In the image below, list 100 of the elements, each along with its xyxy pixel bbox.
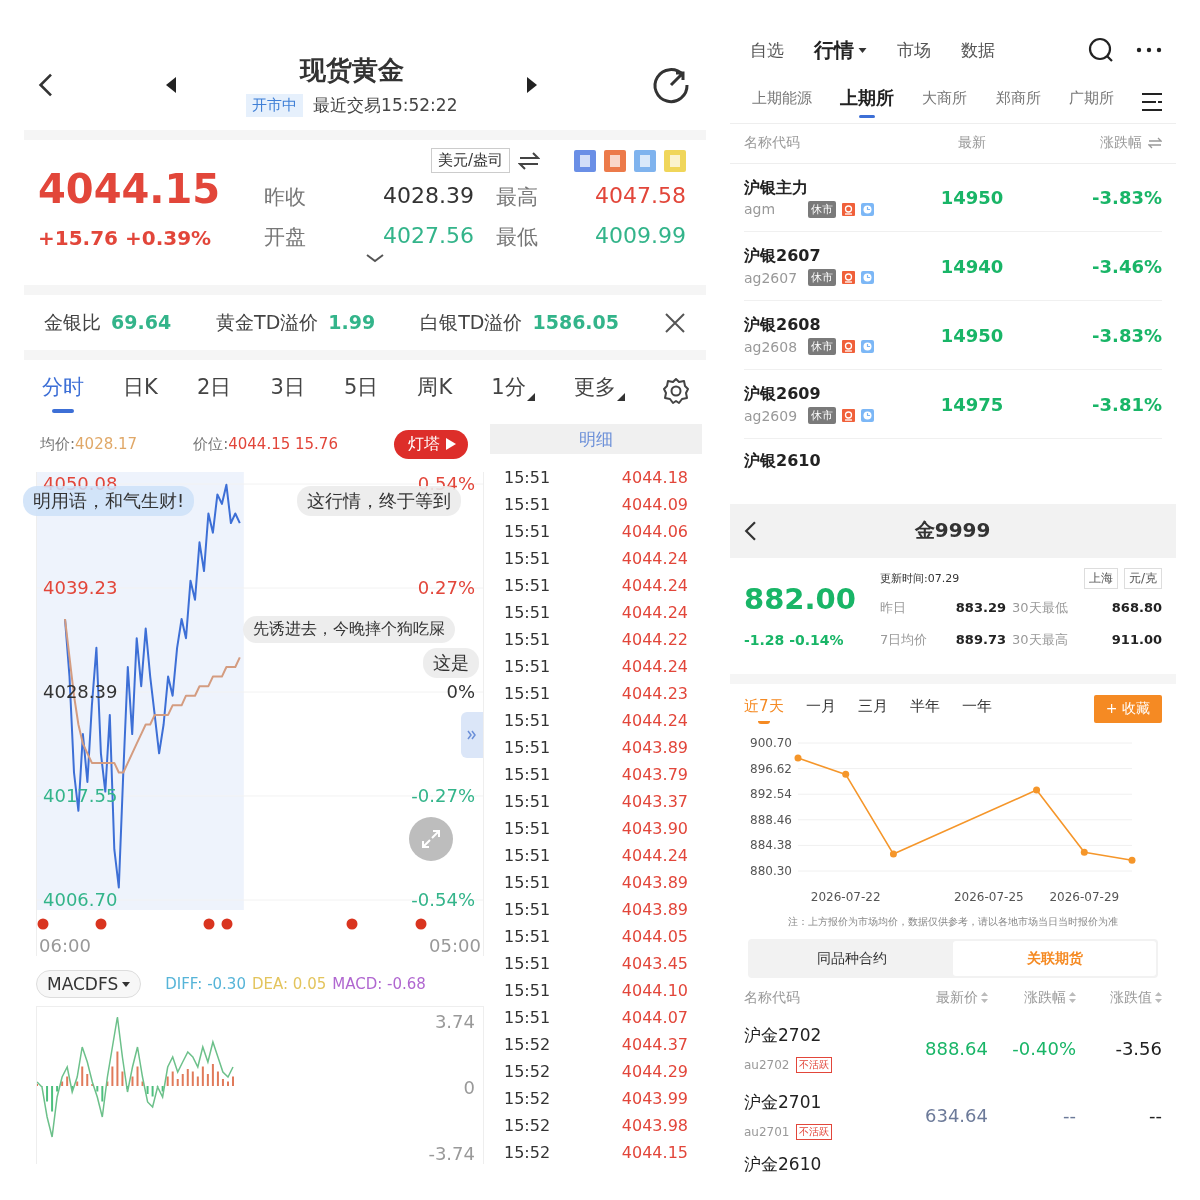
tick-time: 15:51	[504, 792, 551, 811]
search-icon	[1088, 37, 1114, 64]
tick-time: 15:51	[504, 765, 551, 784]
menu-icon	[1141, 93, 1162, 112]
chart-tab[interactable]: 日K	[121, 369, 160, 413]
column-header: 名称代码	[744, 134, 801, 153]
tick-price: 4044.24	[621, 603, 688, 622]
point	[1128, 857, 1136, 865]
chart-tab[interactable]: 2日	[195, 369, 234, 413]
tick-price: 4044.37	[621, 1035, 688, 1054]
tick-price: 4043.79	[621, 765, 688, 784]
back-button[interactable]	[744, 520, 758, 542]
tick-price: 4044.24	[621, 576, 688, 595]
tool-icon[interactable]	[574, 149, 596, 172]
exchange-tab[interactable]: 广期所	[1068, 88, 1114, 116]
exchange-tab[interactable]: 上期所	[840, 86, 895, 119]
segment-tab[interactable]: 同品种合约	[750, 940, 953, 977]
period-tab[interactable]: 半年	[909, 697, 940, 721]
tick-time: 15:51	[504, 630, 551, 649]
contract-name: 沪银2609	[744, 384, 822, 406]
tick-time: 15:51	[504, 927, 551, 946]
change-percent: -3.81%	[1091, 393, 1162, 415]
latest-price: 634.64	[924, 1105, 988, 1127]
change-percent: -3.83%	[1091, 324, 1162, 346]
column-header: 最新	[957, 134, 987, 153]
y-axis-label: 900.70	[750, 736, 792, 751]
clock-badge-icon	[861, 202, 874, 216]
tick-time: 15:51	[504, 468, 551, 487]
tick-price: 4044.06	[621, 522, 688, 541]
tool-icon[interactable]	[604, 149, 626, 172]
chart-tab[interactable]: 周K	[415, 369, 455, 413]
lighthouse-button[interactable]: 灯塔	[394, 429, 468, 459]
menu-button[interactable]	[1141, 93, 1162, 112]
stat-value: 4009.99	[594, 223, 686, 250]
period-tab[interactable]: 三月	[857, 697, 888, 721]
stat-label: 最高	[495, 184, 539, 211]
indicator-dropdown[interactable]: MACDFS	[36, 970, 142, 998]
exchange-tab[interactable]: 郑商所	[995, 88, 1041, 116]
tick-price: 4044.24	[621, 711, 688, 730]
change-percent: -3.83%	[1091, 187, 1162, 208]
chart-tab[interactable]: 更多	[571, 369, 627, 413]
stat-value: 4027.56	[382, 223, 474, 250]
clock-badge-icon	[861, 409, 874, 423]
back-button[interactable]	[38, 72, 54, 98]
macd-axis-label: 0	[463, 1077, 475, 1098]
chart-tab[interactable]: 1分	[489, 369, 537, 413]
stat-value: 911.00	[1110, 632, 1162, 648]
left-triangle-icon[interactable]	[166, 77, 177, 93]
y-axis-label: 888.46	[750, 813, 792, 828]
point	[889, 850, 897, 858]
percent-axis-label: 0.27%	[417, 577, 475, 599]
nav-tab[interactable]: 行情	[814, 37, 867, 64]
page-title: 金9999	[913, 517, 992, 545]
tick-time: 15:51	[504, 549, 551, 568]
tick-price: 4043.90	[621, 819, 688, 838]
tick-price: 4043.89	[621, 873, 688, 892]
tick-price: 4044.05	[621, 927, 688, 946]
nav-tab[interactable]: 自选	[750, 39, 784, 62]
chart-badge-icon	[842, 340, 855, 354]
settings-button[interactable]	[661, 377, 690, 405]
contract-name: 沪金2610	[743, 1153, 823, 1176]
exchange-tab[interactable]: 上期能源	[752, 88, 812, 116]
clock-badge-icon	[861, 340, 874, 354]
percent-axis-label: -0.54%	[411, 889, 475, 910]
spread-item: 金银比 69.64	[44, 309, 172, 335]
comment-bubble: 先诱进去，今晚摔个狗吃屎	[243, 616, 455, 643]
more-button[interactable]	[1136, 47, 1162, 54]
contract-name: 沪金2702	[744, 1024, 823, 1048]
right-triangle-icon[interactable]	[527, 77, 538, 93]
period-tab[interactable]: 一年	[961, 697, 992, 721]
nav-tab[interactable]: 数据	[961, 39, 995, 62]
nav-tab[interactable]: 市场	[897, 39, 931, 62]
status-tag: 不活跃	[795, 1124, 832, 1141]
page-title: 现货黄金	[299, 54, 404, 87]
x-axis-label: 2026-07-22	[810, 890, 881, 905]
x-axis-label: 2026-07-29	[1049, 890, 1120, 905]
column-header: 名称代码	[744, 988, 801, 1007]
disclaimer-note: 注：上方报价为市场均价，数据仅供参考，请以各地市场当日当时报价为准	[787, 915, 1119, 930]
swap-icon[interactable]	[518, 151, 540, 170]
tick-time: 15:51	[504, 819, 551, 838]
unit-label[interactable]: 美元/盎司	[430, 148, 510, 173]
chart-tab[interactable]: 5日	[341, 369, 381, 413]
tick-price: 4044.15	[621, 1143, 688, 1162]
time-axis-label: 06:00	[39, 935, 91, 956]
tick-time: 15:51	[504, 576, 551, 595]
percent-axis-label: 0%	[446, 681, 475, 702]
corner-triangle-icon	[616, 393, 625, 401]
chart-tab[interactable]: 3日	[268, 369, 307, 413]
contract-code: au2701	[744, 1125, 790, 1140]
point	[1080, 848, 1088, 856]
exchange-tab[interactable]: 大商所	[922, 88, 968, 116]
tick-time: 15:51	[504, 495, 551, 514]
close-button[interactable]	[664, 311, 686, 334]
expand-down-icon[interactable]	[366, 253, 384, 263]
average-price-text: 均价:4028.17	[40, 434, 138, 454]
chart-tab[interactable]: 分时	[40, 369, 86, 413]
search-button[interactable]	[1088, 37, 1114, 64]
period-tab[interactable]: 一月	[805, 697, 836, 721]
tick-price: 4043.45	[621, 954, 688, 973]
contract-code: ag2607	[744, 269, 798, 286]
